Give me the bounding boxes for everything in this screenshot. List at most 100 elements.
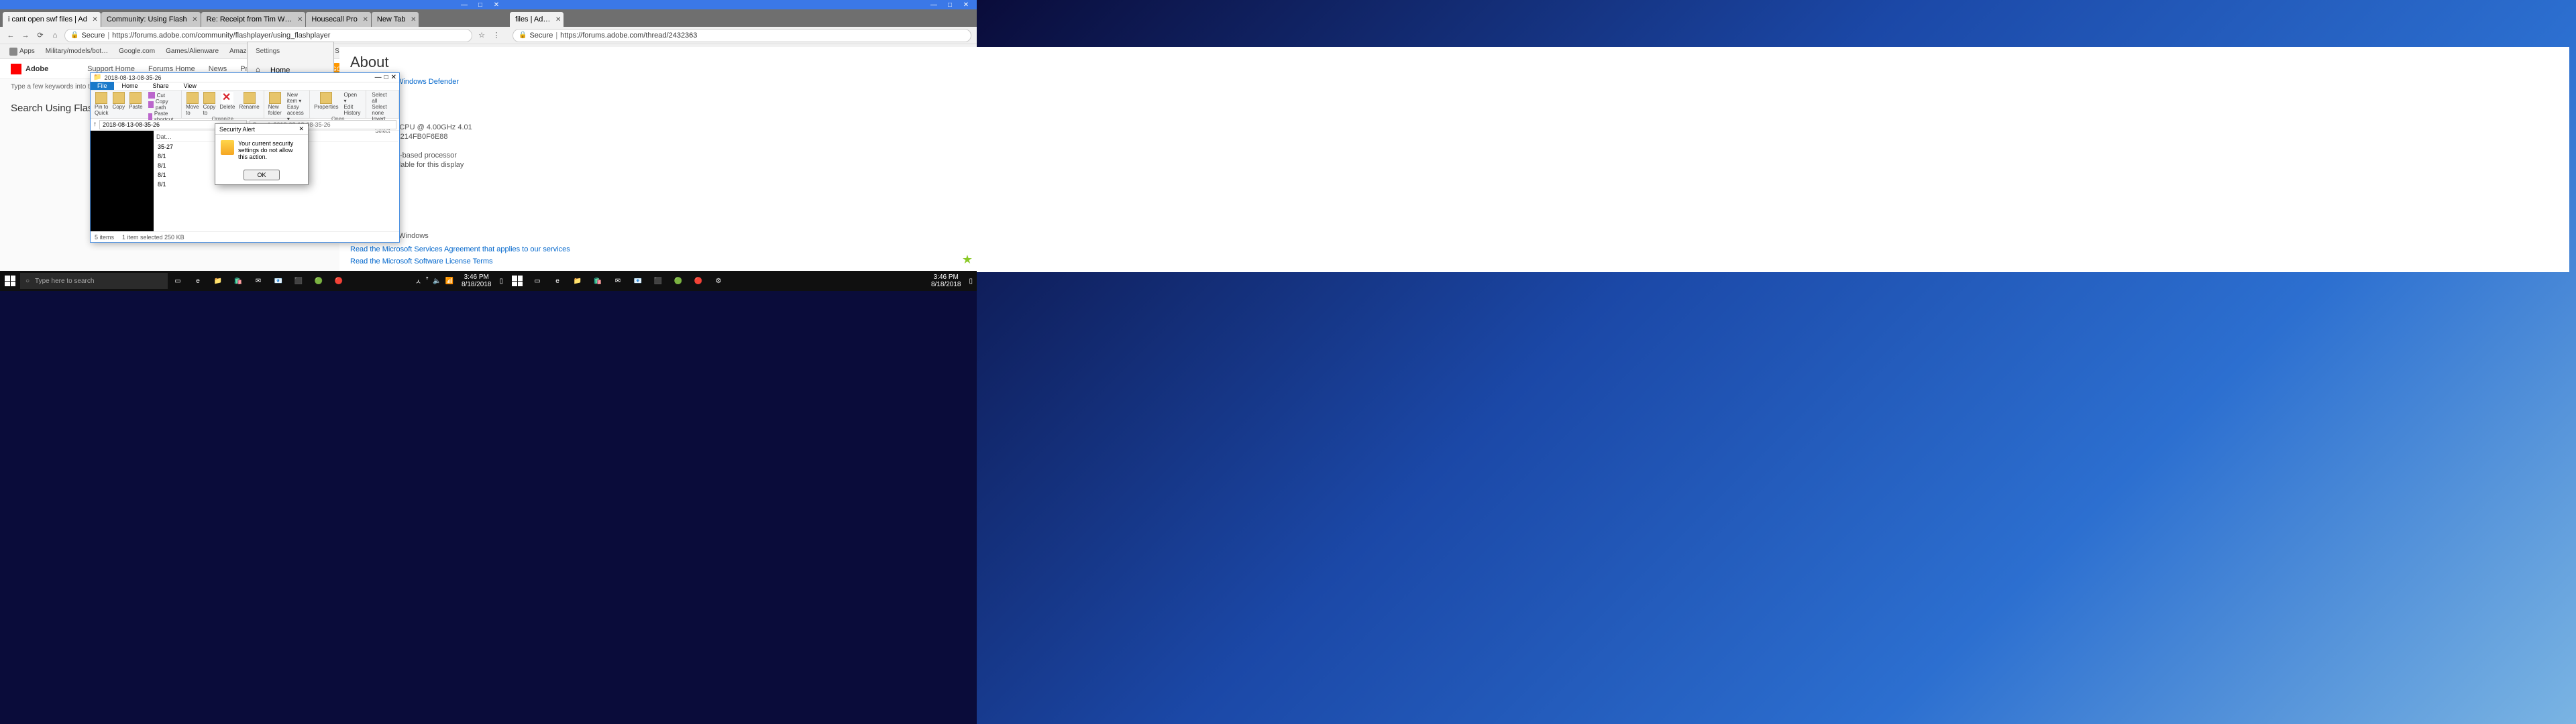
taskbar-app[interactable]: 🟢	[309, 271, 329, 291]
forward-button[interactable]: →	[20, 30, 31, 41]
services-link[interactable]: Read the Microsoft Services Agreement th…	[350, 245, 570, 253]
back-button[interactable]: ←	[5, 30, 16, 41]
secure-label: Secure	[81, 32, 105, 40]
taskbar-search[interactable]: ○ Type here to search	[20, 273, 168, 289]
open-button[interactable]: Open ▾	[343, 92, 362, 104]
newitem-button[interactable]: New item ▾	[286, 92, 305, 104]
ribbon-group-select: Select all Select none Invert selection …	[366, 90, 399, 118]
edit-button[interactable]: Edit	[343, 104, 362, 110]
bookmark[interactable]: Military/models/bot…	[42, 46, 112, 56]
system-tray: ㅅ ꜛ 🔈 📶 3:46 PM8/18/2018 ▯	[411, 274, 507, 288]
task-view-button[interactable]: ▭	[168, 271, 188, 291]
ribbon-tabs: File Home Share View	[91, 82, 399, 90]
move-button[interactable]: Move to	[186, 92, 199, 116]
close-icon[interactable]: ✕	[411, 16, 416, 23]
clock[interactable]: 3:46 PM8/18/2018	[458, 274, 496, 288]
task-view-button[interactable]: ▭	[527, 271, 547, 291]
copypath-button[interactable]: Copy path	[147, 99, 177, 111]
menu-icon[interactable]: ⋮	[491, 30, 502, 41]
max-button[interactable]: □	[384, 74, 388, 81]
cut-icon	[148, 92, 155, 99]
max-button[interactable]: □	[942, 1, 958, 9]
ribbon-tab-view[interactable]: View	[177, 82, 203, 90]
max-button[interactable]: □	[472, 1, 488, 9]
newfolder-button[interactable]: New folder	[268, 92, 282, 122]
ribbon-tab-share[interactable]: Share	[146, 82, 176, 90]
selectnone-button[interactable]: Select none	[370, 104, 394, 116]
tab[interactable]: Re: Receipt from Tim W…✕	[201, 12, 306, 27]
rename-button[interactable]: Rename	[239, 92, 259, 116]
taskbar-app[interactable]: ✉	[608, 271, 628, 291]
history-button[interactable]: History	[343, 110, 362, 116]
min-button[interactable]: —	[456, 1, 472, 9]
min-button[interactable]: —	[375, 74, 382, 81]
taskbar-app[interactable]: e	[547, 271, 568, 291]
start-button[interactable]	[507, 271, 527, 291]
taskbar-app[interactable]: 🔴	[329, 271, 349, 291]
url-input[interactable]: 🔒 Secure | https://forums.adobe.com/thre…	[513, 29, 971, 42]
copyto-button[interactable]: Copy to	[203, 92, 216, 116]
clock[interactable]: 3:46 PM8/18/2018	[927, 274, 965, 288]
notifications-icon[interactable]: ▯	[969, 278, 973, 285]
taskbar-app[interactable]: ⬛	[288, 271, 309, 291]
reload-button[interactable]: ⟳	[35, 30, 46, 41]
tab[interactable]: i cant open swf files | Ad✕	[3, 12, 101, 27]
taskbar-app[interactable]: 📁	[208, 271, 228, 291]
taskbar-app[interactable]: 🛍️	[228, 271, 248, 291]
bookmark[interactable]: Apps	[5, 46, 39, 57]
taskbar-app[interactable]: 📁	[568, 271, 588, 291]
ok-button[interactable]: OK	[244, 170, 279, 180]
tab[interactable]: New Tab✕	[372, 12, 419, 27]
close-icon[interactable]: ✕	[297, 16, 303, 23]
properties-button[interactable]: Properties	[314, 92, 338, 116]
nav-link[interactable]: News	[209, 65, 227, 73]
ribbon-tab-home[interactable]: Home	[115, 82, 145, 90]
close-button[interactable]: ✕	[391, 74, 396, 81]
adobe-logo[interactable]: Adobe	[11, 64, 48, 74]
close-icon[interactable]: ✕	[299, 125, 304, 133]
dialog-title-bar: Security Alert ✕	[215, 124, 308, 135]
close-icon[interactable]: ✕	[362, 16, 368, 23]
taskbar-app[interactable]: 🔴	[688, 271, 708, 291]
selectall-button[interactable]: Select all	[370, 92, 394, 104]
taskbar-app[interactable]: 🛍️	[588, 271, 608, 291]
tab[interactable]: Housecall Pro✕	[306, 12, 370, 27]
taskbar-app[interactable]: ⬛	[648, 271, 668, 291]
system-tray: 3:46 PM8/18/2018 ▯	[923, 274, 977, 288]
star-icon[interactable]: ☆	[476, 30, 487, 41]
close-icon[interactable]: ✕	[92, 16, 97, 23]
notifications-icon[interactable]: ▯	[499, 278, 503, 285]
start-button[interactable]	[0, 271, 20, 291]
bookmark[interactable]: Google.com	[115, 46, 159, 56]
delete-button[interactable]: Delete	[219, 92, 235, 116]
cut-button[interactable]: Cut	[147, 92, 177, 99]
min-button[interactable]: —	[926, 1, 942, 9]
nav-link[interactable]: Forums Home	[148, 65, 195, 73]
taskbar-app[interactable]: 📧	[268, 271, 288, 291]
taskbar-app[interactable]: 🟢	[668, 271, 688, 291]
close-icon[interactable]: ✕	[192, 16, 197, 23]
taskbar-app[interactable]: ✉	[248, 271, 268, 291]
tab-strip: files | Ad…✕	[507, 9, 977, 27]
taskbar-app[interactable]: 📧	[628, 271, 648, 291]
nav-link[interactable]: Support Home	[87, 65, 135, 73]
tray-icon[interactable]: 📶	[445, 278, 453, 285]
taskbar-app[interactable]: e	[188, 271, 208, 291]
ribbon-tab-file[interactable]: File	[91, 82, 114, 90]
explorer-path[interactable]: 2018-08-13-08-35-26	[104, 74, 161, 81]
up-button[interactable]: ↑	[93, 121, 97, 128]
tab[interactable]: files | Ad…✕	[510, 12, 564, 27]
url-input[interactable]: 🔒 Secure | https://forums.adobe.com/comm…	[64, 29, 472, 42]
license-link[interactable]: Read the Microsoft Software License Term…	[350, 257, 493, 265]
taskbar-app[interactable]: ⚙	[708, 271, 729, 291]
settings-label: Settings	[248, 42, 333, 60]
bookmark[interactable]: Games/Alienware	[162, 46, 223, 56]
close-button[interactable]: ✕	[958, 1, 974, 9]
close-icon[interactable]: ✕	[555, 16, 561, 23]
close-button[interactable]: ✕	[488, 1, 504, 9]
tab[interactable]: Community: Using Flash✕	[101, 12, 201, 27]
tray-icon[interactable]: ꜛ	[425, 278, 429, 285]
home-button[interactable]: ⌂	[50, 30, 60, 41]
tray-icon[interactable]: 🔈	[433, 278, 441, 285]
tray-icon[interactable]: ㅅ	[415, 276, 421, 286]
